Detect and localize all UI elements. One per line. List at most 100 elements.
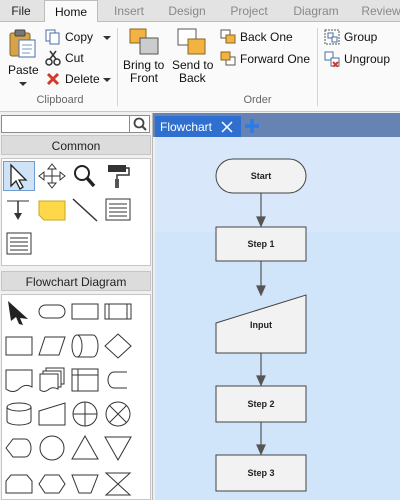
tab-project[interactable]: Project: [222, 0, 276, 22]
shape-search-input[interactable]: [1, 115, 130, 133]
terminator-shape-icon: [38, 304, 66, 319]
circle-x-icon: [105, 401, 131, 427]
format-painter-tool[interactable]: [102, 161, 134, 191]
copy-label: Copy: [65, 30, 94, 44]
ungroup-label: Ungroup: [344, 52, 391, 66]
scissors-icon: [45, 50, 61, 66]
flow-node-label: Start: [251, 171, 272, 181]
group-button[interactable]: Group: [324, 29, 384, 47]
tab-review[interactable]: Review: [356, 0, 400, 22]
delay-shape-icon: [107, 371, 127, 389]
shapes-panel: Common Flowchart Diagram: [0, 113, 153, 500]
tab-insert[interactable]: Insert: [104, 0, 154, 22]
zoom-tool[interactable]: [69, 161, 101, 191]
circle-plus-icon: [72, 401, 98, 427]
paint-roller-icon: [108, 165, 130, 188]
common-section-header[interactable]: Common: [1, 135, 151, 155]
delete-x-icon: [46, 72, 60, 86]
flowchart-diagram: Start Step 1 Input Step 2 Step 3: [155, 158, 400, 500]
ungroup-button[interactable]: Ungroup: [324, 51, 394, 69]
shape-delay[interactable]: [102, 365, 134, 395]
shape-process-rect[interactable]: [3, 331, 35, 361]
add-tab-icon[interactable]: [244, 118, 260, 134]
bring-to-front-button[interactable]: Bring to Front: [121, 26, 167, 90]
database-icon: [6, 402, 32, 426]
pan-tool[interactable]: [36, 161, 68, 191]
parallelogram-icon: [38, 336, 66, 356]
black-pointer-icon: [8, 301, 28, 325]
sticky-note-icon: [38, 200, 66, 221]
delete-button[interactable]: Delete: [45, 71, 115, 89]
diagram-canvas[interactable]: Start Step 1 Input Step 2 Step 3: [155, 137, 400, 500]
forward-one-button[interactable]: Forward One: [220, 51, 315, 69]
shape-process[interactable]: [69, 297, 101, 327]
copy-button[interactable]: Copy: [45, 29, 115, 47]
tab-diagram[interactable]: Diagram: [286, 0, 346, 22]
flowchart-section-header[interactable]: Flowchart Diagram: [1, 271, 151, 291]
sticky-note-tool[interactable]: [36, 195, 68, 225]
tab-home[interactable]: Home: [44, 0, 98, 23]
connector-tool[interactable]: [3, 195, 35, 225]
shape-terminator[interactable]: [36, 297, 68, 327]
shape-manual-input[interactable]: [36, 399, 68, 429]
shape-preparation[interactable]: [36, 467, 68, 497]
shape-internal-storage[interactable]: [69, 365, 101, 395]
order-group-label: Order: [243, 94, 272, 106]
group-icon: [324, 29, 340, 45]
shape-data[interactable]: [36, 331, 68, 361]
shape-loop-limit[interactable]: [3, 467, 35, 497]
paste-button[interactable]: Paste: [4, 28, 40, 90]
ribbon-tab-bar: File Home Insert Design Project Diagram …: [0, 0, 400, 23]
predefined-process-icon: [104, 303, 132, 320]
send-to-back-button[interactable]: Send to Back: [169, 26, 215, 90]
flowchart-shapes: [1, 294, 151, 500]
close-icon[interactable]: [220, 120, 234, 134]
document-tab-title: Flowchart: [160, 120, 213, 134]
shape-multi-document[interactable]: [36, 365, 68, 395]
back-one-button[interactable]: Back One: [220, 29, 310, 47]
shape-decision[interactable]: [102, 331, 134, 361]
text-block-tool[interactable]: [102, 195, 134, 225]
text-list-icon: [6, 232, 32, 255]
bring-to-front-label-1: Bring to: [123, 58, 165, 72]
send-to-back-label-1: Send to: [172, 58, 214, 72]
shape-display[interactable]: [3, 433, 35, 463]
shape-summing-junction[interactable]: [69, 399, 101, 429]
shape-extract[interactable]: [69, 433, 101, 463]
back-one-icon: [220, 29, 236, 44]
line-tool[interactable]: [69, 195, 101, 225]
tab-design[interactable]: Design: [160, 0, 214, 22]
text-list-tool[interactable]: [3, 229, 35, 259]
shape-merge[interactable]: [102, 433, 134, 463]
shape-collate[interactable]: [102, 467, 134, 497]
shape-off-page[interactable]: [69, 467, 101, 497]
pointer-tool[interactable]: [3, 161, 35, 191]
magnifier-icon: [74, 165, 96, 188]
shape-database[interactable]: [3, 399, 35, 429]
manual-input-icon: [38, 402, 66, 426]
shape-predefined-process[interactable]: [102, 297, 134, 327]
internal-storage-icon: [71, 368, 99, 392]
clipboard-icon: [9, 29, 36, 58]
flow-node-label: Step 1: [247, 239, 274, 249]
shape-document[interactable]: [3, 365, 35, 395]
forward-one-label: Forward One: [240, 52, 311, 66]
cut-label: Cut: [65, 51, 84, 65]
shape-pointer[interactable]: [3, 297, 35, 327]
shape-stored-data[interactable]: [69, 331, 101, 361]
bring-to-front-label-2: Front: [130, 71, 159, 85]
cut-button[interactable]: Cut: [45, 50, 105, 68]
hexagon-icon: [38, 474, 66, 494]
circle-icon: [39, 435, 65, 461]
shape-search-button[interactable]: [130, 115, 150, 133]
document-tab-bar: Flowchart: [153, 113, 400, 137]
collate-icon: [104, 472, 132, 496]
tab-file[interactable]: File: [0, 0, 42, 22]
off-page-icon: [71, 474, 99, 494]
send-to-back-label-2: Back: [179, 71, 206, 85]
shape-connector[interactable]: [36, 433, 68, 463]
group-separator: [117, 28, 118, 106]
document-tab[interactable]: Flowchart: [155, 116, 241, 137]
shape-or-junction[interactable]: [102, 399, 134, 429]
forward-one-icon: [220, 51, 236, 66]
